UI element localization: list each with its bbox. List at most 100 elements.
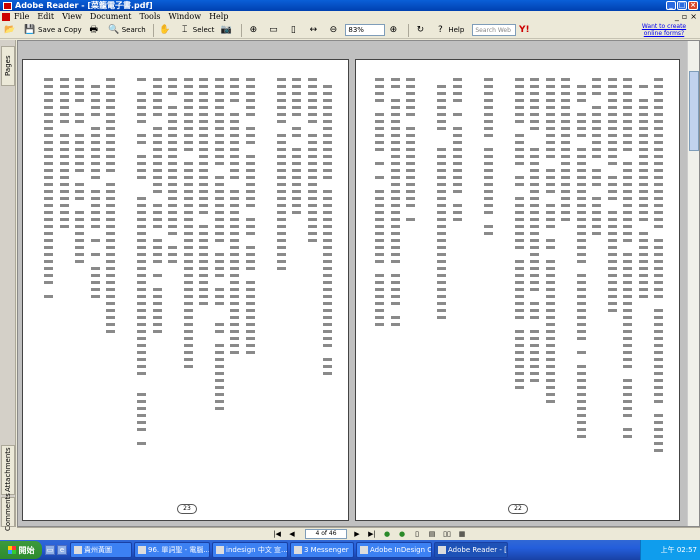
windows-logo-icon (7, 546, 16, 554)
actual-size-button[interactable]: ▭ (265, 23, 283, 37)
browser-icon[interactable]: e (57, 545, 67, 555)
next-view-button[interactable]: ● (396, 529, 408, 539)
hand-tool-button[interactable]: ✋ (157, 23, 175, 37)
menu-file[interactable]: File (14, 12, 29, 21)
folder-icon (74, 546, 82, 554)
start-button[interactable]: 開始 (0, 541, 42, 559)
previous-view-button[interactable]: ● (381, 529, 393, 539)
text-column (59, 78, 71, 232)
adobe-reader-icon (438, 546, 446, 554)
taskbar-item[interactable]: indesign 中文 宣... (212, 542, 288, 558)
menu-tools[interactable]: Tools (139, 12, 160, 21)
text-column (199, 78, 210, 309)
search-button[interactable]: 🔍 Search (106, 23, 148, 37)
navigation-pane: Pages Attachments Comments (0, 40, 16, 531)
facing-button[interactable]: ▯▯ (441, 529, 453, 539)
camera-icon: 📷 (220, 25, 232, 35)
taskbar-item[interactable]: 3 Messenger (290, 542, 354, 558)
menu-view[interactable]: View (62, 12, 82, 21)
taskbar-item[interactable]: 96. 單詞聖 - 電腦... (134, 542, 210, 558)
browser-icon (138, 546, 146, 554)
text-column (245, 78, 257, 358)
zoom-tool-button[interactable]: ⊕ (245, 23, 263, 37)
zoom-in-button[interactable]: ⊕ (385, 23, 403, 37)
text-column (44, 78, 55, 302)
tab-comments[interactable]: Comments (1, 493, 15, 531)
help-button[interactable]: ? Help (432, 23, 466, 37)
toolbar-separator (152, 23, 154, 37)
cursor-icon: ⌶ (182, 25, 188, 35)
maximize-button[interactable]: □ (677, 1, 687, 10)
toolbar: 📂 💾 Save a Copy 🖶 🔍 Search ✋ ⌶ Select 📷 … (0, 22, 700, 39)
page-number-field[interactable]: 4 of 46 (305, 528, 347, 539)
desktop-icon[interactable]: ▭ (45, 545, 55, 555)
taskbar-item[interactable]: Adobe InDesign CS... (356, 542, 432, 558)
doc-minimize-button[interactable]: _ (675, 12, 679, 21)
menu-edit[interactable]: Edit (37, 12, 54, 21)
save-icon: 💾 (24, 25, 36, 35)
fit-width-icon: ↔ (309, 25, 318, 35)
fit-width-button[interactable]: ↔ (305, 23, 323, 37)
search-web-input[interactable]: Search Web (472, 24, 517, 36)
page-left: 23 (22, 59, 349, 521)
printer-icon: 🖶 (89, 25, 98, 35)
rotate-icon: ↻ (416, 25, 425, 35)
taskbar-item-active[interactable]: Adobe Reader - [菜... (434, 542, 508, 558)
adobe-reader-icon (3, 1, 12, 10)
text-column (576, 78, 588, 442)
minimize-button[interactable]: _ (666, 1, 676, 10)
save-copy-button[interactable]: 💾 Save a Copy (22, 23, 84, 37)
close-button[interactable]: × (688, 1, 698, 10)
last-page-button[interactable]: ▶| (366, 529, 378, 539)
first-page-button[interactable]: |◀ (271, 529, 283, 539)
doc-close-button[interactable]: × (690, 12, 697, 21)
system-tray: 上午 02:57 (640, 540, 700, 560)
yahoo-button[interactable]: Y! (516, 23, 534, 37)
select-tool-button[interactable]: ⌶ Select (177, 23, 217, 37)
text-column (390, 78, 402, 330)
text-column (168, 78, 179, 267)
previous-page-button[interactable]: ◀ (286, 529, 298, 539)
messenger-icon (294, 546, 302, 554)
page-navigation-bar: |◀ ◀ 4 of 46 ▶ ▶| ● ● ▯ ▤ ▯▯ ▦ (17, 527, 700, 539)
open-button[interactable]: 📂 (2, 23, 20, 37)
next-page-button[interactable]: ▶ (351, 529, 363, 539)
indesign-icon (360, 546, 368, 554)
print-button[interactable]: 🖶 (86, 23, 104, 37)
vertical-scrollbar[interactable] (687, 41, 699, 526)
text-column (406, 78, 417, 225)
scrollbar-thumb[interactable] (689, 71, 699, 151)
text-column (514, 78, 526, 393)
page-icon: ▭ (269, 25, 278, 35)
document-area[interactable]: 23 22 (17, 40, 700, 527)
text-column (545, 78, 557, 407)
zoom-out-button[interactable]: ⊖ (325, 23, 343, 37)
text-column (152, 78, 164, 337)
create-forms-link[interactable]: Want to create online forms? (632, 23, 696, 37)
rotate-button[interactable]: ↻ (412, 23, 430, 37)
continuous-facing-button[interactable]: ▦ (456, 529, 468, 539)
text-column (230, 78, 241, 358)
help-label: Help (448, 26, 465, 34)
browser-icon (216, 546, 224, 554)
tab-pages[interactable]: Pages (1, 46, 15, 86)
single-page-button[interactable]: ▯ (411, 529, 423, 539)
menu-document[interactable]: Document (90, 12, 132, 21)
menu-window[interactable]: Window (169, 12, 202, 21)
fit-page-icon: ▯ (290, 25, 296, 35)
title-bar: Adobe Reader - [菜籠電子書.pdf] _ □ × (0, 0, 700, 11)
toolbar-separator (408, 23, 410, 37)
select-label: Select (192, 26, 215, 34)
menu-help[interactable]: Help (209, 12, 228, 21)
search-label: Search (121, 26, 146, 34)
doc-restore-button[interactable]: ▫ (682, 12, 687, 21)
taskbar-item[interactable]: 貴州黃圖 (70, 542, 132, 558)
tab-attachments[interactable]: Attachments (1, 445, 15, 495)
page-right: 22 (355, 59, 680, 521)
minus-icon: ⊖ (329, 25, 338, 35)
page-number: 23 (177, 504, 197, 514)
continuous-button[interactable]: ▤ (426, 529, 438, 539)
fit-page-button[interactable]: ▯ (285, 23, 303, 37)
zoom-level-field[interactable]: 83% (345, 24, 386, 36)
snapshot-button[interactable]: 📷 (218, 23, 236, 37)
